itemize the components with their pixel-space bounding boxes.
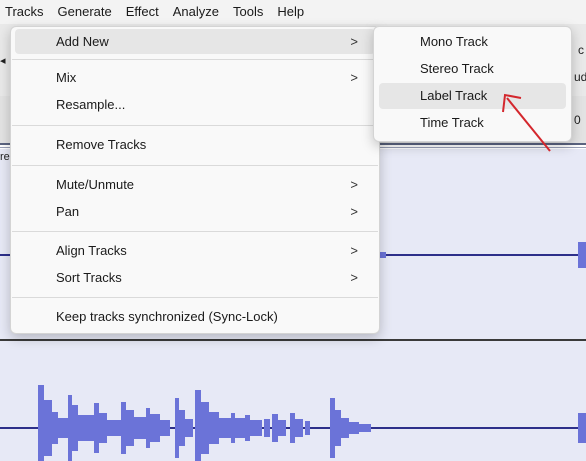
- menu-item-label: Remove Tracks: [56, 137, 147, 152]
- menu-generate[interactable]: Generate: [51, 0, 119, 24]
- toolbar-fragment-c: c: [578, 43, 584, 57]
- chevron-right-icon: >: [350, 270, 358, 285]
- submenu-item-mono-track[interactable]: Mono Track: [379, 29, 566, 55]
- submenu-item-time-track[interactable]: Time Track: [379, 110, 566, 136]
- menu-effect[interactable]: Effect: [119, 0, 166, 24]
- menu-analyze[interactable]: Analyze: [166, 0, 226, 24]
- submenu-item-label: Label Track: [420, 88, 488, 103]
- menu-item-label: Pan: [56, 204, 80, 219]
- menu-item-sync-lock[interactable]: Keep tracks synchronized (Sync-Lock): [15, 304, 375, 329]
- submenu-item-label: Mono Track: [420, 34, 488, 49]
- menu-item-sort-tracks[interactable]: Sort Tracks >: [15, 265, 375, 290]
- menu-item-mix[interactable]: Mix >: [15, 65, 375, 90]
- menu-item-label: Mix: [56, 70, 77, 85]
- chevron-right-icon: >: [350, 243, 358, 258]
- menu-tools[interactable]: Tools: [226, 0, 270, 24]
- menu-separator: [12, 165, 378, 166]
- chevron-right-icon: >: [350, 204, 358, 219]
- audio-track-2[interactable]: [0, 341, 586, 461]
- submenu-item-label: Time Track: [420, 115, 484, 130]
- play-back-icon[interactable]: ◂: [0, 54, 6, 67]
- menu-separator: [12, 125, 378, 126]
- menu-separator: [12, 59, 378, 60]
- menu-item-label: Mute/Unmute: [56, 177, 135, 192]
- menu-bar: Tracks Generate Effect Analyze Tools Hel…: [0, 0, 586, 24]
- menu-item-resample[interactable]: Resample...: [15, 92, 375, 117]
- menu-item-label: Add New: [56, 34, 109, 49]
- menu-item-label: Align Tracks: [56, 243, 127, 258]
- chevron-right-icon: >: [350, 34, 358, 49]
- menu-item-mute-unmute[interactable]: Mute/Unmute >: [15, 172, 375, 197]
- menu-separator: [12, 297, 378, 298]
- track-name-fragment: re: [0, 151, 10, 163]
- ruler-fragment-0: 0: [574, 113, 581, 127]
- menu-help[interactable]: Help: [270, 0, 311, 24]
- submenu-item-stereo-track[interactable]: Stereo Track: [379, 56, 566, 82]
- menu-item-align-tracks[interactable]: Align Tracks >: [15, 238, 375, 263]
- add-new-submenu: Mono Track Stereo Track Label Track Time…: [373, 26, 572, 142]
- toolbar-fragment-ud: ud: [574, 70, 586, 84]
- menu-item-label: Keep tracks synchronized (Sync-Lock): [56, 309, 278, 324]
- submenu-item-label-track[interactable]: Label Track: [379, 83, 566, 109]
- menu-item-label: Sort Tracks: [56, 270, 122, 285]
- menu-item-label: Resample...: [56, 97, 126, 112]
- menu-item-pan[interactable]: Pan >: [15, 199, 375, 224]
- menu-tracks[interactable]: Tracks: [0, 0, 51, 24]
- tracks-menu: Add New > Mix > Resample... Remove Track…: [10, 26, 380, 334]
- chevron-right-icon: >: [350, 177, 358, 192]
- waveform-baseline-2: [0, 427, 586, 429]
- chevron-right-icon: >: [350, 70, 358, 85]
- menu-separator: [12, 231, 378, 232]
- menu-item-add-new[interactable]: Add New >: [15, 29, 375, 54]
- submenu-item-label: Stereo Track: [420, 61, 494, 76]
- menu-item-remove-tracks[interactable]: Remove Tracks: [15, 132, 375, 157]
